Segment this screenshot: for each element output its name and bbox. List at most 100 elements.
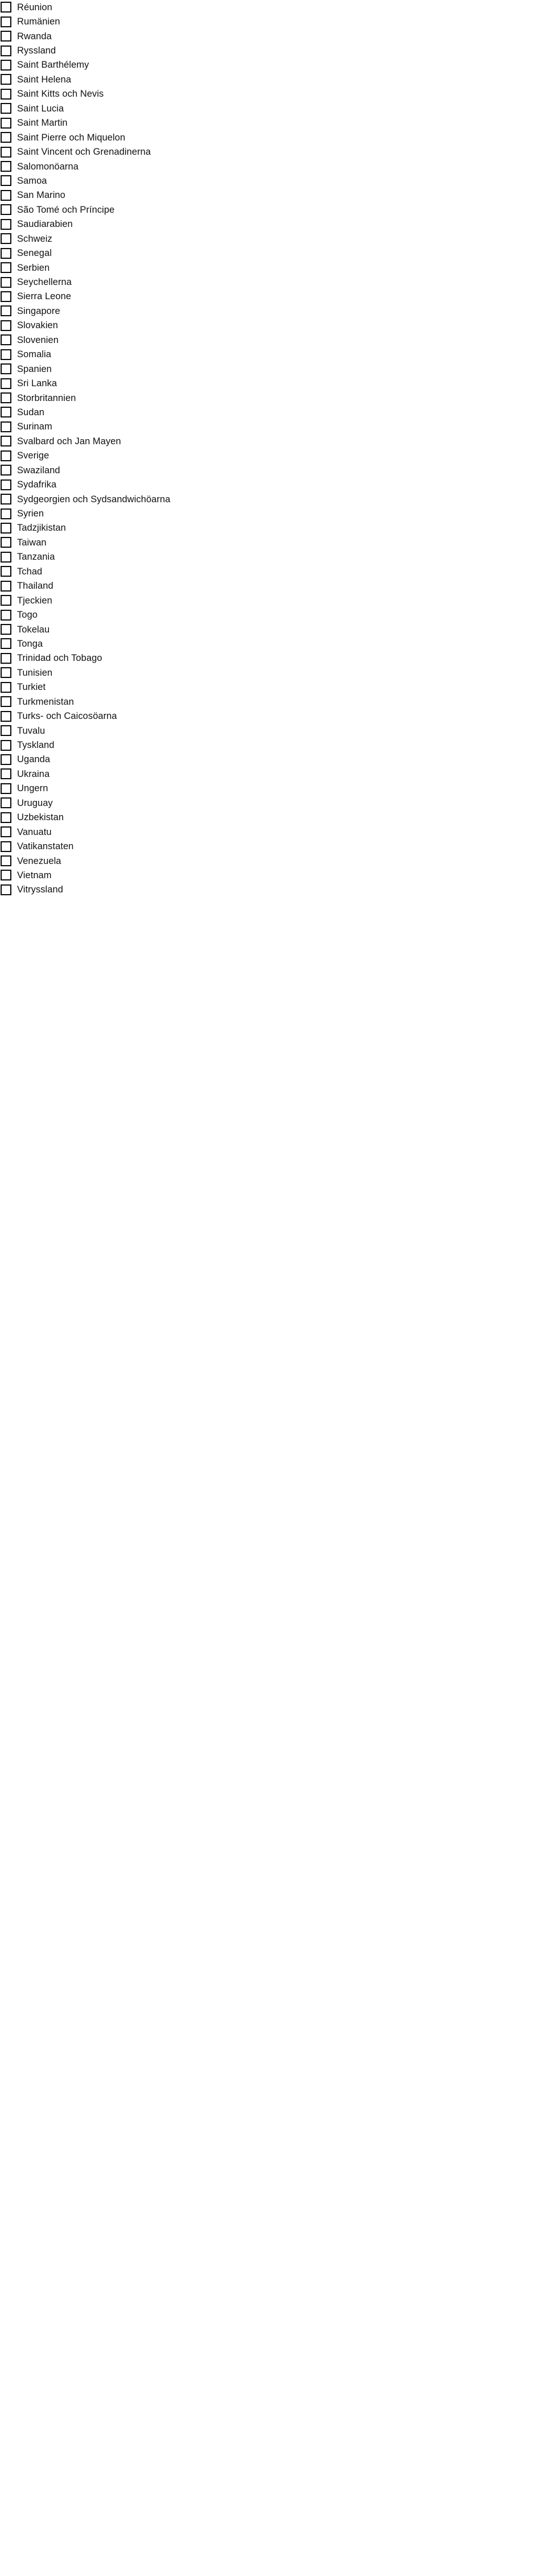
checkbox-unchecked-icon[interactable] (1, 378, 11, 389)
list-item[interactable]: Tchad (0, 564, 546, 578)
checkbox-unchecked-icon[interactable] (1, 305, 11, 317)
checkbox-unchecked-icon[interactable] (1, 161, 11, 172)
checkbox-unchecked-icon[interactable] (1, 436, 11, 447)
list-item[interactable]: Svalbard och Jan Mayen (0, 434, 546, 448)
checkbox-unchecked-icon[interactable] (1, 652, 11, 664)
list-item[interactable]: Samoa (0, 173, 546, 188)
checkbox-unchecked-icon[interactable] (1, 465, 11, 476)
checkbox-unchecked-icon[interactable] (1, 204, 11, 216)
checkbox-unchecked-icon[interactable] (1, 522, 11, 534)
checkbox-unchecked-icon[interactable] (1, 595, 11, 606)
list-item[interactable]: Schweiz (0, 231, 546, 246)
list-item[interactable]: Slovenien (0, 333, 546, 347)
checkbox-unchecked-icon[interactable] (1, 855, 11, 867)
list-item[interactable]: Vietnam (0, 868, 546, 882)
list-item[interactable]: Uzbekistan (0, 811, 546, 825)
list-item[interactable]: Réunion (0, 0, 546, 14)
list-item[interactable]: Vanuatu (0, 825, 546, 839)
list-item[interactable]: Sydafrika (0, 477, 546, 491)
list-item[interactable]: Surinam (0, 420, 546, 434)
list-item[interactable]: Togo (0, 607, 546, 622)
list-item[interactable]: Tjeckien (0, 593, 546, 607)
checkbox-unchecked-icon[interactable] (1, 117, 11, 129)
checkbox-unchecked-icon[interactable] (1, 797, 11, 809)
checkbox-unchecked-icon[interactable] (1, 363, 11, 375)
list-item[interactable]: Sudan (0, 405, 546, 419)
list-item[interactable]: Singapore (0, 304, 546, 318)
list-item[interactable]: Seychellerna (0, 275, 546, 289)
checkbox-unchecked-icon[interactable] (1, 320, 11, 331)
list-item[interactable]: Tokelau (0, 622, 546, 636)
checkbox-unchecked-icon[interactable] (1, 826, 11, 838)
list-item[interactable]: Tadzjikistan (0, 521, 546, 535)
checkbox-unchecked-icon[interactable] (1, 103, 11, 114)
list-item[interactable]: Rwanda (0, 29, 546, 43)
checkbox-unchecked-icon[interactable] (1, 16, 11, 27)
list-item[interactable]: Tuvalu (0, 723, 546, 738)
checkbox-unchecked-icon[interactable] (1, 884, 11, 895)
list-item[interactable]: Turkiet (0, 680, 546, 694)
list-item[interactable]: Turks- och Caicosöarna (0, 709, 546, 723)
checkbox-unchecked-icon[interactable] (1, 580, 11, 592)
list-item[interactable]: Syrien (0, 506, 546, 520)
checkbox-unchecked-icon[interactable] (1, 392, 11, 404)
list-item[interactable]: Saudiarabien (0, 217, 546, 231)
list-item[interactable]: Slovakien (0, 319, 546, 333)
list-item[interactable]: Sierra Leone (0, 290, 546, 304)
checkbox-unchecked-icon[interactable] (1, 218, 11, 230)
list-item[interactable]: Ungern (0, 782, 546, 796)
list-item[interactable]: Thailand (0, 579, 546, 593)
checkbox-unchecked-icon[interactable] (1, 31, 11, 42)
checkbox-unchecked-icon[interactable] (1, 609, 11, 621)
checkbox-unchecked-icon[interactable] (1, 566, 11, 577)
list-item[interactable]: Ryssland (0, 43, 546, 57)
checkbox-unchecked-icon[interactable] (1, 262, 11, 274)
checkbox-unchecked-icon[interactable] (1, 450, 11, 461)
checkbox-unchecked-icon[interactable] (1, 421, 11, 432)
checkbox-unchecked-icon[interactable] (1, 407, 11, 418)
list-item[interactable]: Tyskland (0, 738, 546, 752)
list-item[interactable]: Sri Lanka (0, 376, 546, 390)
list-item[interactable]: Uruguay (0, 796, 546, 810)
list-item[interactable]: Storbritannien (0, 391, 546, 405)
list-item[interactable]: Vitryssland (0, 883, 546, 897)
checkbox-unchecked-icon[interactable] (1, 624, 11, 635)
list-item[interactable]: Saint Kitts och Nevis (0, 87, 546, 101)
list-item[interactable]: Trinidad och Tobago (0, 651, 546, 665)
checkbox-unchecked-icon[interactable] (1, 189, 11, 201)
checkbox-unchecked-icon[interactable] (1, 146, 11, 158)
list-item[interactable]: Saint Lucia (0, 101, 546, 115)
checkbox-unchecked-icon[interactable] (1, 349, 11, 360)
list-item[interactable]: São Tomé och Príncipe (0, 202, 546, 217)
checkbox-unchecked-icon[interactable] (1, 291, 11, 302)
checkbox-unchecked-icon[interactable] (1, 696, 11, 708)
list-item[interactable]: Tunisien (0, 665, 546, 680)
checkbox-unchecked-icon[interactable] (1, 739, 11, 751)
list-item[interactable]: Rumänien (0, 14, 546, 28)
checkbox-unchecked-icon[interactable] (1, 812, 11, 823)
checkbox-unchecked-icon[interactable] (1, 681, 11, 693)
list-item[interactable]: San Marino (0, 188, 546, 202)
checkbox-unchecked-icon[interactable] (1, 768, 11, 780)
list-item[interactable]: Somalia (0, 348, 546, 362)
list-item[interactable]: Sverige (0, 449, 546, 463)
list-item[interactable]: Swaziland (0, 463, 546, 477)
checkbox-unchecked-icon[interactable] (1, 59, 11, 71)
checkbox-unchecked-icon[interactable] (1, 334, 11, 346)
checkbox-unchecked-icon[interactable] (1, 754, 11, 765)
list-item[interactable]: Saint Martin (0, 116, 546, 130)
list-item[interactable]: Taiwan (0, 535, 546, 549)
checkbox-unchecked-icon[interactable] (1, 45, 11, 56)
list-item[interactable]: Senegal (0, 246, 546, 260)
checkbox-unchecked-icon[interactable] (1, 638, 11, 650)
checkbox-unchecked-icon[interactable] (1, 276, 11, 288)
list-item[interactable]: Salomonöarna (0, 159, 546, 173)
checkbox-unchecked-icon[interactable] (1, 870, 11, 881)
list-item[interactable]: Saint Helena (0, 72, 546, 86)
checkbox-unchecked-icon[interactable] (1, 2, 11, 13)
list-item[interactable]: Vatikanstaten (0, 839, 546, 853)
checkbox-unchecked-icon[interactable] (1, 74, 11, 85)
checkbox-unchecked-icon[interactable] (1, 132, 11, 143)
checkbox-unchecked-icon[interactable] (1, 233, 11, 245)
list-item[interactable]: Saint Vincent och Grenadinerna (0, 144, 546, 159)
